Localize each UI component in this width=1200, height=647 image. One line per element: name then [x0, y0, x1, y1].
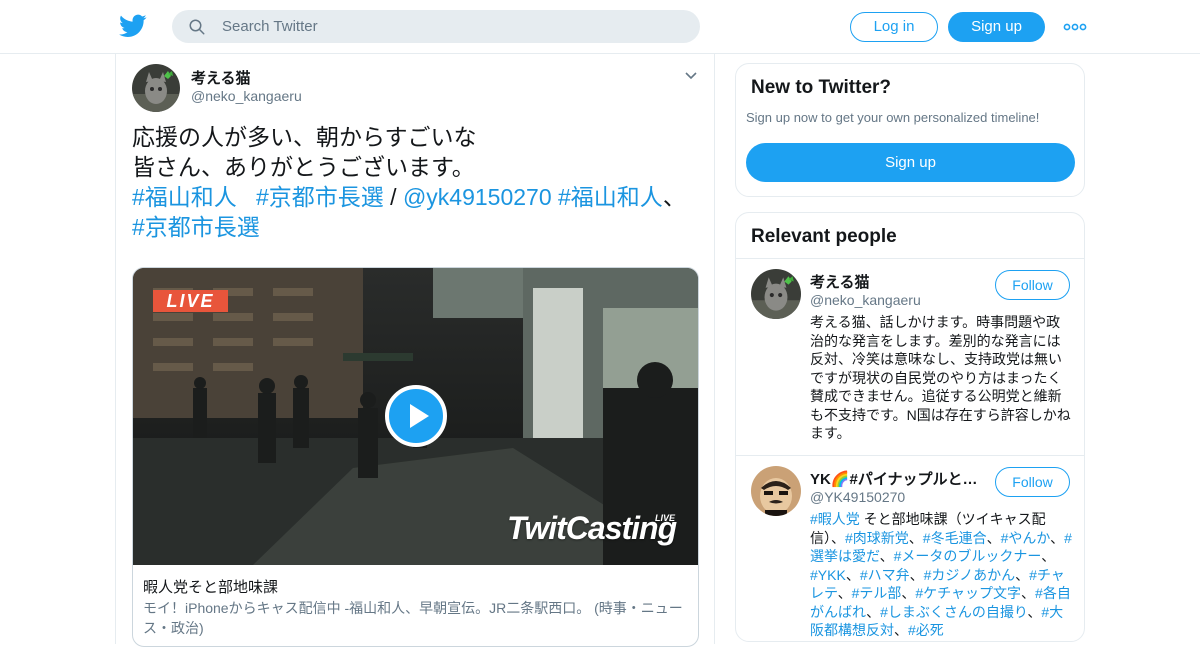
follow-button[interactable]: Follow: [995, 270, 1070, 300]
tweet-text-line: 応援の人が多い、朝からすごいな: [132, 124, 477, 150]
author-avatar[interactable]: [132, 64, 180, 112]
sidebar-signup-button[interactable]: Sign up: [746, 143, 1075, 182]
comma-text: 、: [662, 184, 686, 210]
bio-text: 、: [845, 566, 860, 583]
panel-subtitle: Sign up now to get your own personalized…: [746, 110, 1040, 125]
media-card[interactable]: LIVE TwitCasting LIVE 暇人党そと部地味課 モイ！iPhon…: [132, 267, 699, 647]
bio-text: 、: [879, 548, 894, 564]
bio-text: 、: [837, 585, 852, 601]
top-navigation-bar: Log in Sign up: [0, 0, 1200, 54]
avatar[interactable]: [751, 466, 801, 516]
bio-text: 、: [894, 622, 908, 638]
hashtag-link[interactable]: #ケチャップ文字: [915, 585, 1021, 601]
hashtag-link[interactable]: #ハマ弁: [860, 567, 910, 583]
twitter-bird-icon[interactable]: [119, 12, 147, 40]
relevant-people-panel: Relevant people 考える猫 @neko_kangaeru Foll…: [735, 212, 1085, 642]
hashtag-link[interactable]: #やんか: [1001, 530, 1051, 546]
hashtag-link[interactable]: #京都市長選: [132, 214, 260, 240]
person-name[interactable]: 考える猫: [810, 271, 980, 292]
play-button-icon[interactable]: [385, 385, 447, 447]
person-bio: #暇人党 そと部地味課（ツイキャス配信）、#肉球新党、#冬毛連合、#やんか、#選…: [810, 510, 1072, 640]
search-bar[interactable]: [172, 10, 700, 43]
panel-title: New to Twitter?: [751, 77, 892, 98]
bio-text: 、: [1015, 566, 1030, 583]
login-button[interactable]: Log in: [850, 12, 938, 42]
hashtag-link[interactable]: #暇人党: [810, 511, 860, 527]
separator-text: /: [383, 184, 403, 210]
author-handle[interactable]: @neko_kangaeru: [191, 88, 302, 104]
hashtag-link[interactable]: #テル部: [852, 585, 902, 601]
watermark-live-label: LIVE: [655, 513, 676, 523]
bio-text: 、: [1027, 603, 1042, 620]
new-to-twitter-panel: New to Twitter? Sign up now to get your …: [735, 63, 1085, 197]
hashtag-link[interactable]: #福山和人: [132, 184, 237, 210]
tweet-text: 応援の人が多い、朝からすごいな 皆さん、ありがとうございます。 #福山和人 #京…: [132, 122, 692, 242]
bio-text: 、: [1041, 548, 1056, 564]
bio-text: 、: [866, 603, 881, 620]
bio-text: 、: [1050, 529, 1065, 546]
follow-button[interactable]: Follow: [995, 467, 1070, 497]
more-dots-icon[interactable]: [1062, 17, 1088, 37]
bio-text: 、: [1021, 585, 1036, 601]
video-player[interactable]: LIVE TwitCasting LIVE: [133, 268, 698, 565]
hashtag-link[interactable]: #冬毛連合: [923, 530, 987, 546]
author-name[interactable]: 考える猫: [191, 67, 251, 88]
live-badge: LIVE: [153, 290, 228, 312]
person-bio: 考える猫、話しかけます。時事問題や政治的な発言をします。差別的な発言には反対、冷…: [810, 314, 1071, 441]
hashtag-link[interactable]: #YKK: [810, 567, 846, 583]
signup-button[interactable]: Sign up: [948, 12, 1045, 42]
twitcasting-watermark: TwitCasting: [507, 510, 677, 546]
tweet-hashtag-line: #福山和人 #京都市長選 / @yk49150270 #福山和人、#京都市長選: [132, 182, 692, 242]
divider: [736, 258, 1084, 259]
hashtag-link[interactable]: #カジノあかん: [924, 567, 1016, 583]
search-input[interactable]: [222, 10, 682, 43]
bio-text: 、: [909, 566, 924, 583]
panel-title: Relevant people: [751, 226, 897, 247]
chevron-down-icon[interactable]: [684, 69, 698, 83]
avatar[interactable]: [751, 269, 801, 319]
bio-text: 、: [908, 529, 923, 546]
card-description: モイ！iPhoneからキャス配信中 -福山和人、早朝宣伝。JR二条駅西口。 (時…: [143, 600, 683, 636]
divider: [736, 455, 1084, 456]
search-icon: [189, 19, 205, 35]
hashtag-link[interactable]: #肉球新党: [845, 530, 909, 546]
tweet-column: 考える猫 @neko_kangaeru 応援の人が多い、朝からすごいな 皆さん、…: [115, 54, 715, 647]
tweet-text-line: 皆さん、ありがとうございます。: [132, 154, 475, 180]
person-name[interactable]: YK🌈#パイナップルと…: [810, 468, 980, 489]
hashtag-link[interactable]: #京都市長選: [256, 184, 384, 210]
bio-text: 、: [986, 529, 1001, 546]
bio-text: 、: [901, 585, 916, 601]
hashtag-link[interactable]: #しまぶくさんの自撮り: [880, 604, 1027, 620]
person-handle[interactable]: @neko_kangaeru: [810, 292, 921, 308]
hashtag-link[interactable]: #必死: [908, 622, 944, 638]
person-handle[interactable]: @YK49150270: [810, 489, 905, 505]
hashtag-link[interactable]: #福山和人: [558, 184, 663, 210]
hashtag-link[interactable]: #メータのブルックナー: [894, 548, 1042, 564]
card-title[interactable]: 暇人党そと部地味課: [143, 576, 278, 597]
mention-link[interactable]: @yk49150270: [403, 184, 552, 210]
